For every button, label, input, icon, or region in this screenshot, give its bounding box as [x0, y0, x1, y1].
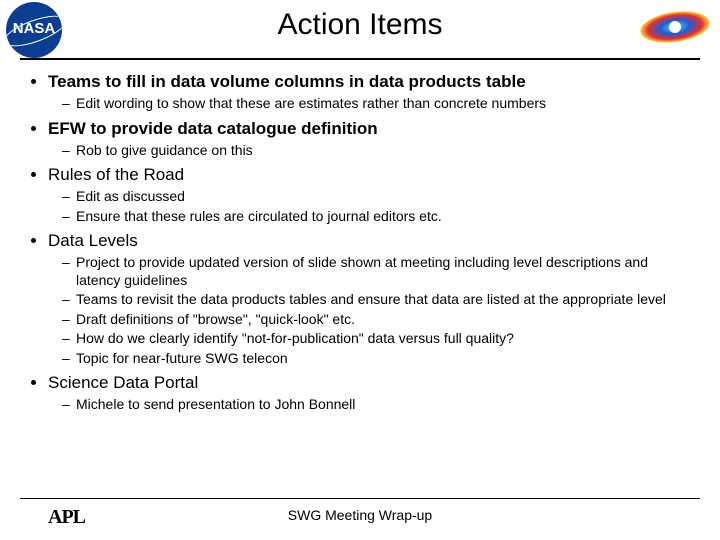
bullet-list: Teams to fill in data volume columns in …: [28, 72, 692, 414]
sub-list-item: Edit wording to show that these are esti…: [62, 95, 692, 113]
list-item: Science Data Portal Michele to send prese…: [48, 373, 692, 414]
content-area: Teams to fill in data volume columns in …: [0, 60, 720, 414]
sub-list: Project to provide updated version of sl…: [48, 254, 692, 367]
sub-list-item: Edit as discussed: [62, 188, 692, 206]
list-item-text: Rules of the Road: [48, 165, 184, 184]
sub-list-item: Topic for near-future SWG telecon: [62, 350, 692, 368]
radiation-belt-icon: [638, 6, 712, 48]
list-item-text: EFW to provide data catalogue definition: [48, 119, 378, 138]
list-item: Teams to fill in data volume columns in …: [48, 72, 692, 113]
sub-list-item: Michele to send presentation to John Bon…: [62, 396, 692, 414]
list-item: Rules of the Road Edit as discussed Ensure…: [48, 165, 692, 225]
list-item-text: Science Data Portal: [48, 373, 198, 392]
list-item-text: Teams to fill in data volume columns in …: [48, 72, 526, 91]
sub-list-item: Ensure that these rules are circulated t…: [62, 208, 692, 226]
sub-list-item: Project to provide updated version of sl…: [62, 254, 692, 289]
slide: NASA Action Items Teams to fill in data …: [0, 0, 720, 540]
sub-list-item: How do we clearly identify "not-for-publ…: [62, 330, 692, 348]
nasa-logo-icon: NASA: [6, 2, 70, 54]
sub-list-item: Draft definitions of "browse", "quick-lo…: [62, 311, 692, 329]
sub-list-item: Rob to give guidance on this: [62, 142, 692, 160]
slide-title: Action Items: [0, 0, 720, 42]
sub-list: Edit wording to show that these are esti…: [48, 95, 692, 113]
divider-bottom: [20, 498, 700, 499]
footer-text: SWG Meeting Wrap-up: [0, 503, 720, 523]
list-item-text: Data Levels: [48, 231, 138, 250]
list-item: Data Levels Project to provide updated ve…: [48, 231, 692, 367]
sub-list: Rob to give guidance on this: [48, 142, 692, 160]
sub-list: Edit as discussed Ensure that these rules…: [48, 188, 692, 225]
sub-list-item: Teams to revisit the data products table…: [62, 291, 692, 309]
list-item: EFW to provide data catalogue definition…: [48, 119, 692, 160]
sub-list: Michele to send presentation to John Bon…: [48, 396, 692, 414]
apl-logo-icon: APL: [48, 506, 85, 529]
footer: APL SWG Meeting Wrap-up: [0, 498, 720, 540]
header: NASA Action Items: [0, 0, 720, 58]
